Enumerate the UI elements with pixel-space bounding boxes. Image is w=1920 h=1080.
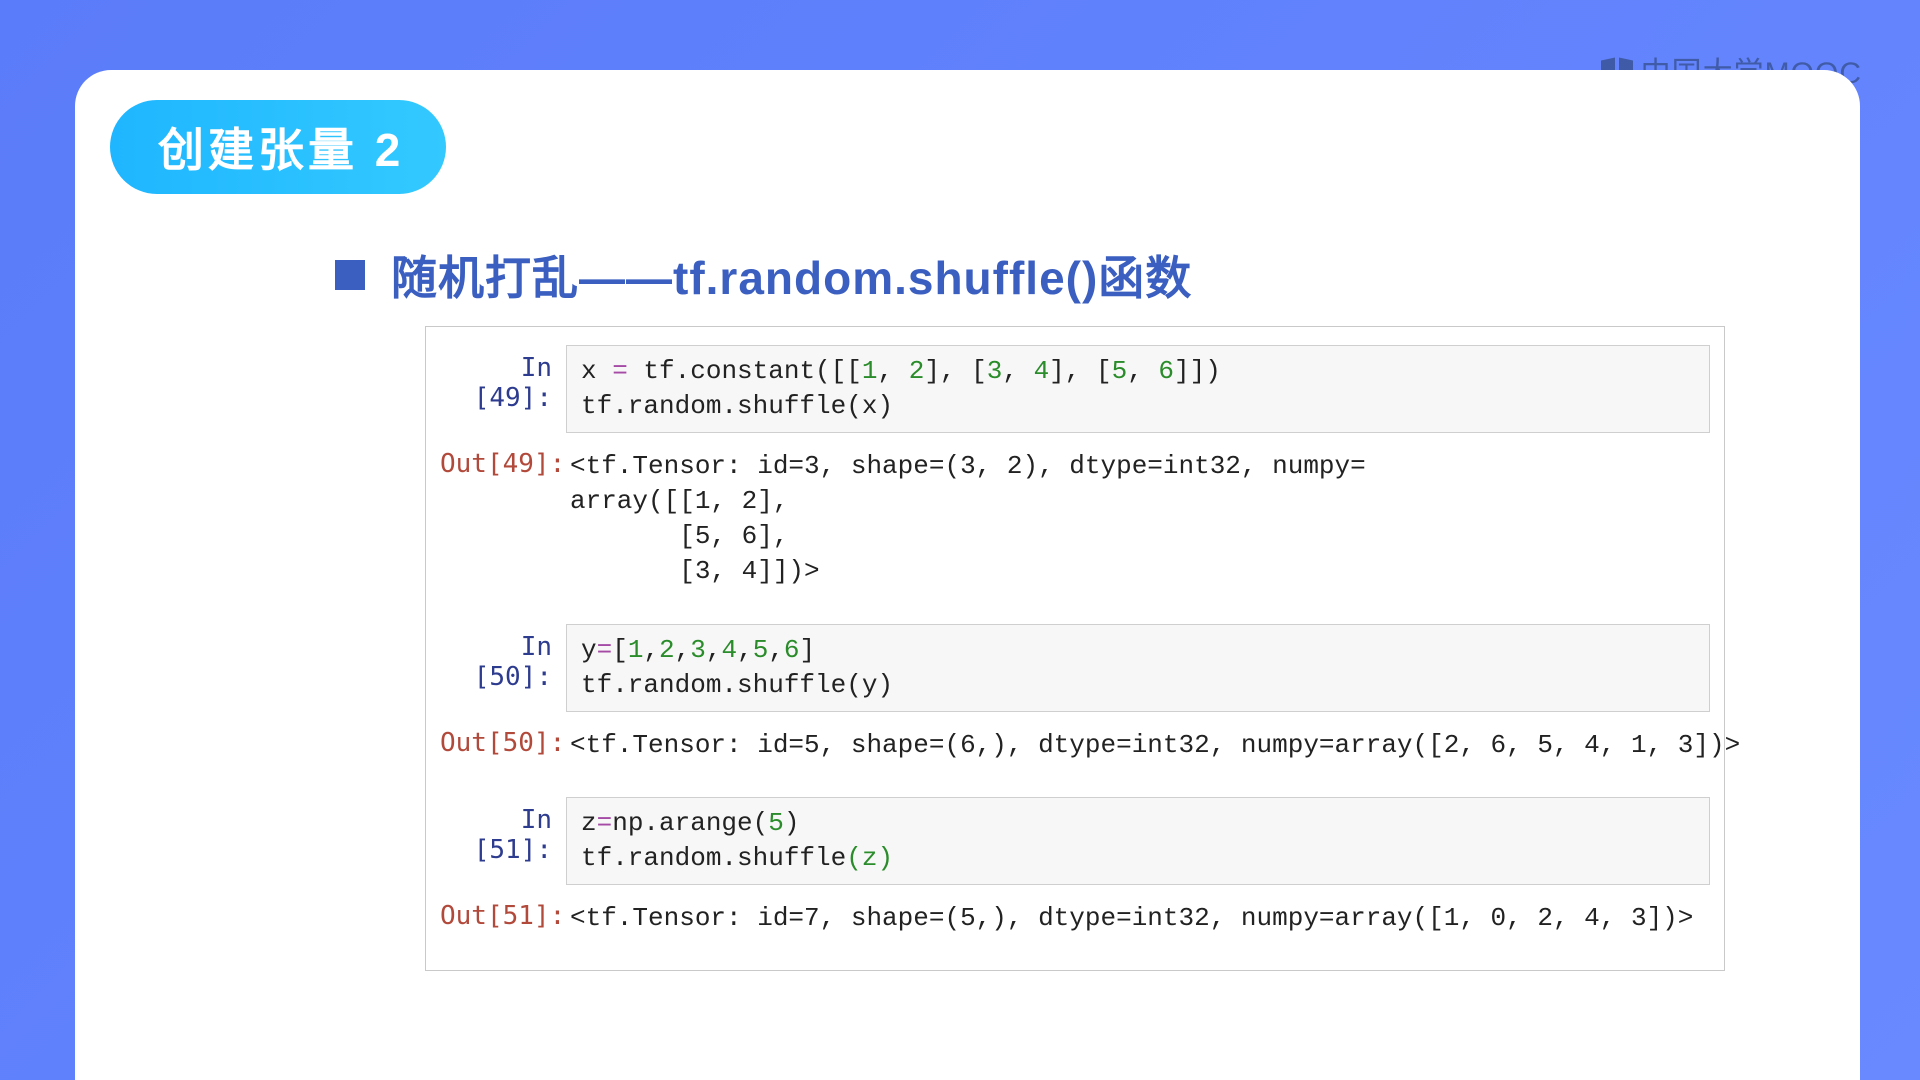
prompt-in: In [51]: bbox=[440, 797, 566, 865]
cell-out-50: Out[50]: <tf.Tensor: id=5, shape=(6,), d… bbox=[440, 720, 1710, 771]
prompt-out: Out[49]: bbox=[440, 441, 566, 479]
code-input: y=[1,2,3,4,5,6] tf.random.shuffle(y) bbox=[566, 624, 1710, 712]
cell-in-50: In [50]: y=[1,2,3,4,5,6] tf.random.shuff… bbox=[440, 624, 1710, 712]
cell-in-51: In [51]: z=np.arange(5) tf.random.shuffl… bbox=[440, 797, 1710, 885]
square-bullet-icon bbox=[335, 260, 365, 290]
code-output: <tf.Tensor: id=7, shape=(5,), dtype=int3… bbox=[566, 893, 1710, 944]
prompt-in: In [49]: bbox=[440, 345, 566, 413]
code-input: z=np.arange(5) tf.random.shuffle(z) bbox=[566, 797, 1710, 885]
code-input: x = tf.constant([[1, 2], [3, 4], [5, 6]]… bbox=[566, 345, 1710, 433]
heading-row: 随机打乱——tf.random.shuffle()函数 bbox=[335, 242, 1192, 308]
code-output: <tf.Tensor: id=5, shape=(6,), dtype=int3… bbox=[566, 720, 1754, 771]
slide-badge: 创建张量 2 bbox=[110, 100, 446, 194]
badge-text: 创建张量 2 bbox=[158, 124, 404, 176]
cell-in-49: In [49]: x = tf.constant([[1, 2], [3, 4]… bbox=[440, 345, 1710, 433]
code-panel: In [49]: x = tf.constant([[1, 2], [3, 4]… bbox=[425, 326, 1725, 971]
cell-out-51: Out[51]: <tf.Tensor: id=7, shape=(5,), d… bbox=[440, 893, 1710, 944]
prompt-in: In [50]: bbox=[440, 624, 566, 692]
section-heading: 随机打乱——tf.random.shuffle()函数 bbox=[391, 242, 1192, 308]
prompt-out: Out[51]: bbox=[440, 893, 566, 931]
cell-out-49: Out[49]: <tf.Tensor: id=3, shape=(3, 2),… bbox=[440, 441, 1710, 597]
prompt-out: Out[50]: bbox=[440, 720, 566, 758]
slide-card: 创建张量 2 随机打乱——tf.random.shuffle()函数 In [4… bbox=[75, 70, 1860, 1080]
code-output: <tf.Tensor: id=3, shape=(3, 2), dtype=in… bbox=[566, 441, 1710, 597]
